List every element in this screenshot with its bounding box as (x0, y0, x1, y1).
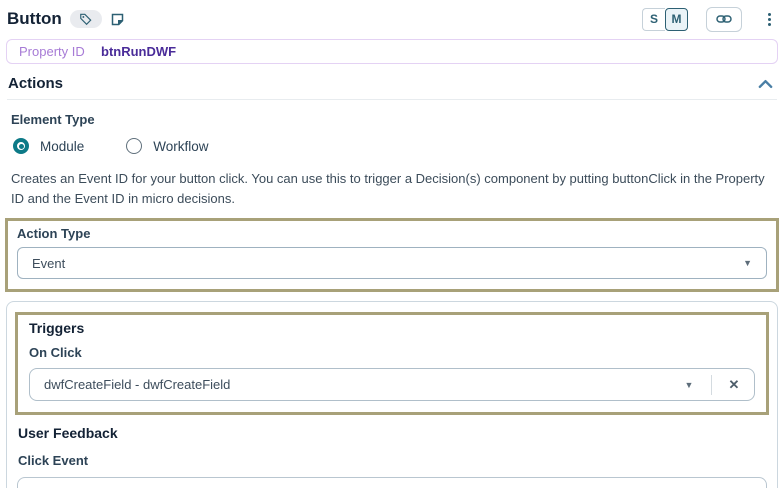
copy-link-button[interactable] (706, 6, 742, 32)
triggers-label: Triggers (29, 320, 85, 336)
triggers-group: Triggers On Click dwfCreateField - dwfCr… (15, 312, 769, 415)
chevron-up-icon (758, 79, 773, 89)
actions-section-header: Actions (7, 75, 777, 100)
size-small-button[interactable]: S (642, 7, 665, 31)
click-event-input[interactable] (17, 477, 767, 488)
element-type-label: Element Type (11, 112, 95, 127)
actions-detail-card: Triggers On Click dwfCreateField - dwfCr… (6, 301, 778, 488)
size-toggle: S M (642, 7, 688, 31)
collapse-section-button[interactable] (758, 79, 773, 89)
click-event-label: Click Event (18, 453, 89, 468)
action-type-selected-value: Event (32, 255, 66, 271)
size-medium-button[interactable]: M (665, 7, 688, 31)
select-divider (711, 374, 712, 395)
property-id-label: Property ID (19, 44, 85, 59)
radio-option-module[interactable]: Module (13, 138, 84, 154)
on-click-select[interactable]: dwfCreateField - dwfCreateField ▼ ✕ (29, 368, 755, 401)
property-id-row: Property ID btnRunDWF (6, 39, 778, 64)
action-type-group: Action Type Event ▼ (5, 218, 779, 292)
tag-button[interactable] (69, 10, 102, 28)
caret-down-icon: ▼ (743, 258, 752, 268)
radio-workflow-label: Workflow (153, 138, 209, 154)
action-type-select[interactable]: Event ▼ (17, 247, 767, 279)
element-type-group: Element Type Module Workflow (11, 112, 773, 154)
user-feedback-label: User Feedback (18, 425, 118, 441)
tag-icon (79, 12, 93, 26)
property-id-value: btnRunDWF (101, 44, 177, 59)
more-options-button[interactable] (762, 9, 777, 30)
radio-module-label: Module (40, 138, 85, 154)
note-button[interactable] (110, 12, 125, 27)
kebab-icon (768, 12, 771, 16)
clear-selection-icon[interactable]: ✕ (714, 377, 754, 393)
action-type-label: Action Type (17, 226, 91, 241)
on-click-label: On Click (29, 345, 82, 360)
radio-option-workflow[interactable]: Workflow (126, 138, 209, 154)
caret-down-icon[interactable]: ▼ (669, 380, 709, 390)
radio-selected-icon[interactable] (13, 138, 29, 154)
header: Button S M (5, 4, 779, 32)
radio-unselected-icon[interactable] (126, 138, 143, 154)
button-config-panel: Button S M Property ID btnRunDWF Actions… (0, 0, 784, 488)
on-click-selected-value: dwfCreateField - dwfCreateField (44, 377, 231, 392)
actions-title: Actions (8, 75, 64, 92)
page-title: Button (7, 9, 62, 28)
link-icon (716, 13, 732, 25)
actions-description: Creates an Event ID for your button clic… (11, 171, 765, 206)
element-type-options: Module Workflow (13, 138, 771, 154)
